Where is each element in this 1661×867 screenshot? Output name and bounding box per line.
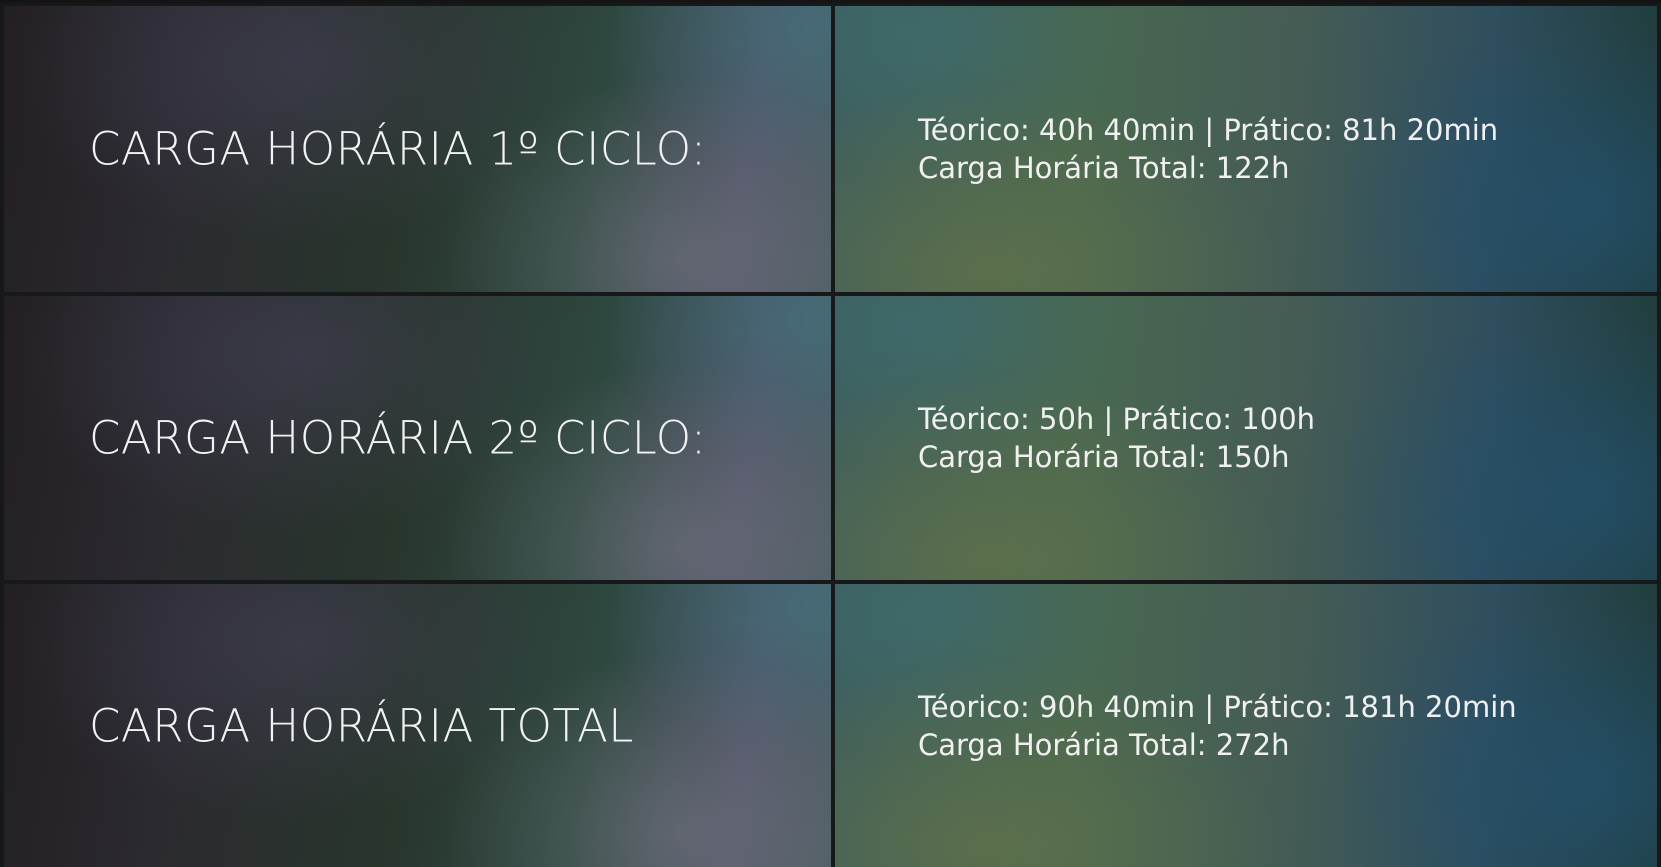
total-info: Téorico: 90h 40min | Prático: 181h 20min… (918, 688, 1517, 764)
cycle-2-detail-cell: Téorico: 50h | Prático: 100h Carga Horár… (835, 296, 1657, 580)
grand-total: Carga Horária Total: 272h (918, 727, 1290, 762)
total-title-cell: CARGA HORÁRIA TOTAL (4, 584, 831, 867)
total-detail-cell: Téorico: 90h 40min | Prático: 181h 20min… (835, 584, 1657, 867)
cycle-2-total: Carga Horária Total: 150h (918, 440, 1290, 474)
cycle-1-breakdown: Téorico: 40h 40min | Prático: 81h 20min (918, 113, 1499, 147)
total-breakdown: Téorico: 90h 40min | Prático: 181h 20min (918, 689, 1517, 724)
cycle-1-info: Téorico: 40h 40min | Prático: 81h 20min … (918, 111, 1498, 187)
cycle-1-total: Carga Horária Total: 122h (918, 151, 1290, 185)
cycle-2-breakdown: Téorico: 50h | Prático: 100h (918, 402, 1316, 436)
total-title: CARGA HORÁRIA TOTAL (89, 699, 634, 752)
cycle-1-title-cell: CARGA HORÁRIA 1º CICLO: (4, 6, 831, 292)
workload-table: CARGA HORÁRIA 1º CICLO: Téorico: 40h 40m… (0, 0, 1661, 867)
cycle-1-detail-cell: Téorico: 40h 40min | Prático: 81h 20min … (835, 6, 1657, 292)
cycle-1-title: CARGA HORÁRIA 1º CICLO: (89, 122, 707, 176)
cycle-2-title-cell: CARGA HORÁRIA 2º CICLO: (4, 296, 831, 580)
cycle-2-title: CARGA HORÁRIA 2º CICLO: (89, 411, 707, 465)
cycle-2-info: Téorico: 50h | Prático: 100h Carga Horár… (918, 400, 1315, 476)
